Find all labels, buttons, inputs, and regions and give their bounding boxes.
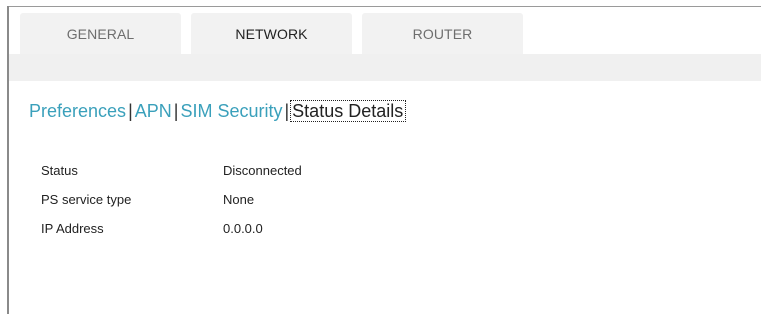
subnav: Preferences | APN | SIM Security | Status Deta… [29, 100, 407, 122]
subnav-sim-security-link[interactable]: SIM Security [180, 101, 282, 121]
subnav-separator: | [284, 101, 290, 121]
subnav-preferences-link[interactable]: Preferences [29, 101, 126, 121]
frame-left-border [7, 6, 9, 314]
tab-network[interactable]: NETWORK [191, 13, 352, 54]
tab-content-strip [9, 54, 761, 81]
subnav-status-details-link[interactable]: Status Details [290, 100, 407, 122]
tab-network-label: NETWORK [235, 25, 308, 42]
subnav-separator: | [128, 101, 133, 121]
tab-general-label: GENERAL [66, 25, 135, 42]
status-value: Disconnected [223, 163, 302, 178]
tab-router-label: ROUTER [412, 25, 473, 42]
subnav-separator: | [173, 101, 179, 121]
tab-router[interactable]: ROUTER [362, 13, 523, 54]
tab-general[interactable]: GENERAL [20, 13, 181, 54]
subnav-apn-link[interactable]: APN [135, 101, 172, 121]
ip-address-label: IP Address [41, 221, 104, 236]
ps-service-type-label: PS service type [41, 192, 132, 207]
frame-top-border [7, 6, 761, 7]
ps-service-type-value: None [223, 192, 255, 207]
status-label: Status [41, 163, 78, 178]
ip-address-value: 0.0.0.0 [223, 221, 263, 236]
